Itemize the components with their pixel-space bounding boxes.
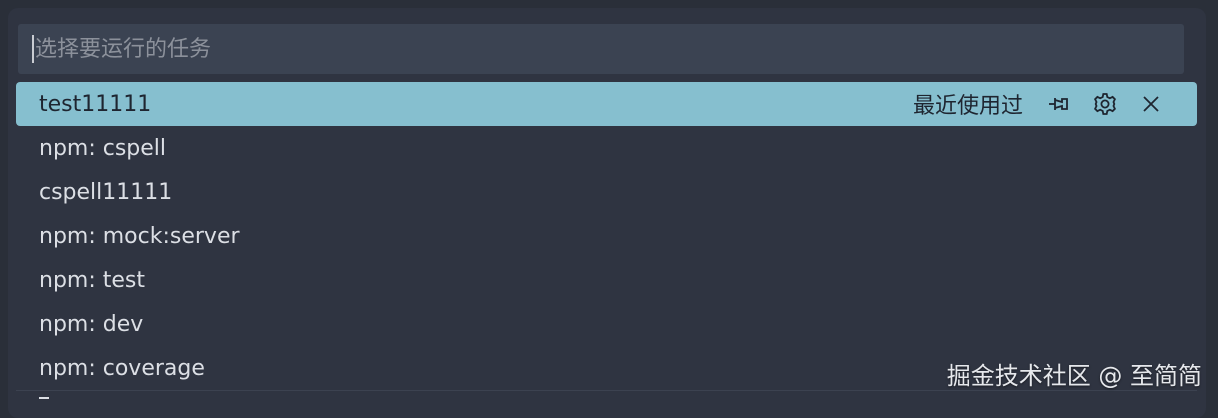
task-item[interactable]: npm: dev bbox=[16, 302, 1197, 346]
task-item[interactable]: npm: mock:server bbox=[16, 214, 1197, 258]
quick-pick-input-box[interactable] bbox=[18, 24, 1184, 74]
task-item[interactable]: cspell11111 bbox=[16, 170, 1197, 214]
task-item-actions: 最近使用过 bbox=[913, 88, 1197, 120]
watermark: 掘金技术社区 @ 至简简 bbox=[946, 362, 1202, 390]
task-item-label: npm: dev bbox=[39, 311, 144, 337]
gear-icon[interactable] bbox=[1089, 88, 1121, 120]
task-item-label: npm: cspell bbox=[39, 135, 167, 161]
task-item-label: npm: mock:server bbox=[39, 223, 240, 249]
next-item-partial bbox=[39, 397, 49, 399]
pin-icon[interactable] bbox=[1043, 88, 1075, 120]
task-list: test11111 最近使用过 npm: cspell cspell11111 … bbox=[16, 82, 1197, 390]
task-item[interactable]: npm: cspell bbox=[16, 126, 1197, 170]
task-search-input[interactable] bbox=[35, 24, 1184, 74]
text-caret bbox=[32, 35, 34, 63]
window-background: test11111 最近使用过 bbox=[0, 0, 1218, 418]
task-item-label: npm: test bbox=[39, 267, 145, 293]
task-item-label: test11111 bbox=[39, 91, 152, 117]
task-item-selected[interactable]: test11111 最近使用过 bbox=[16, 82, 1197, 126]
close-icon[interactable] bbox=[1135, 88, 1167, 120]
task-item-label: cspell11111 bbox=[39, 179, 173, 205]
task-item[interactable]: npm: test bbox=[16, 258, 1197, 302]
recently-used-badge: 最近使用过 bbox=[912, 94, 1023, 119]
